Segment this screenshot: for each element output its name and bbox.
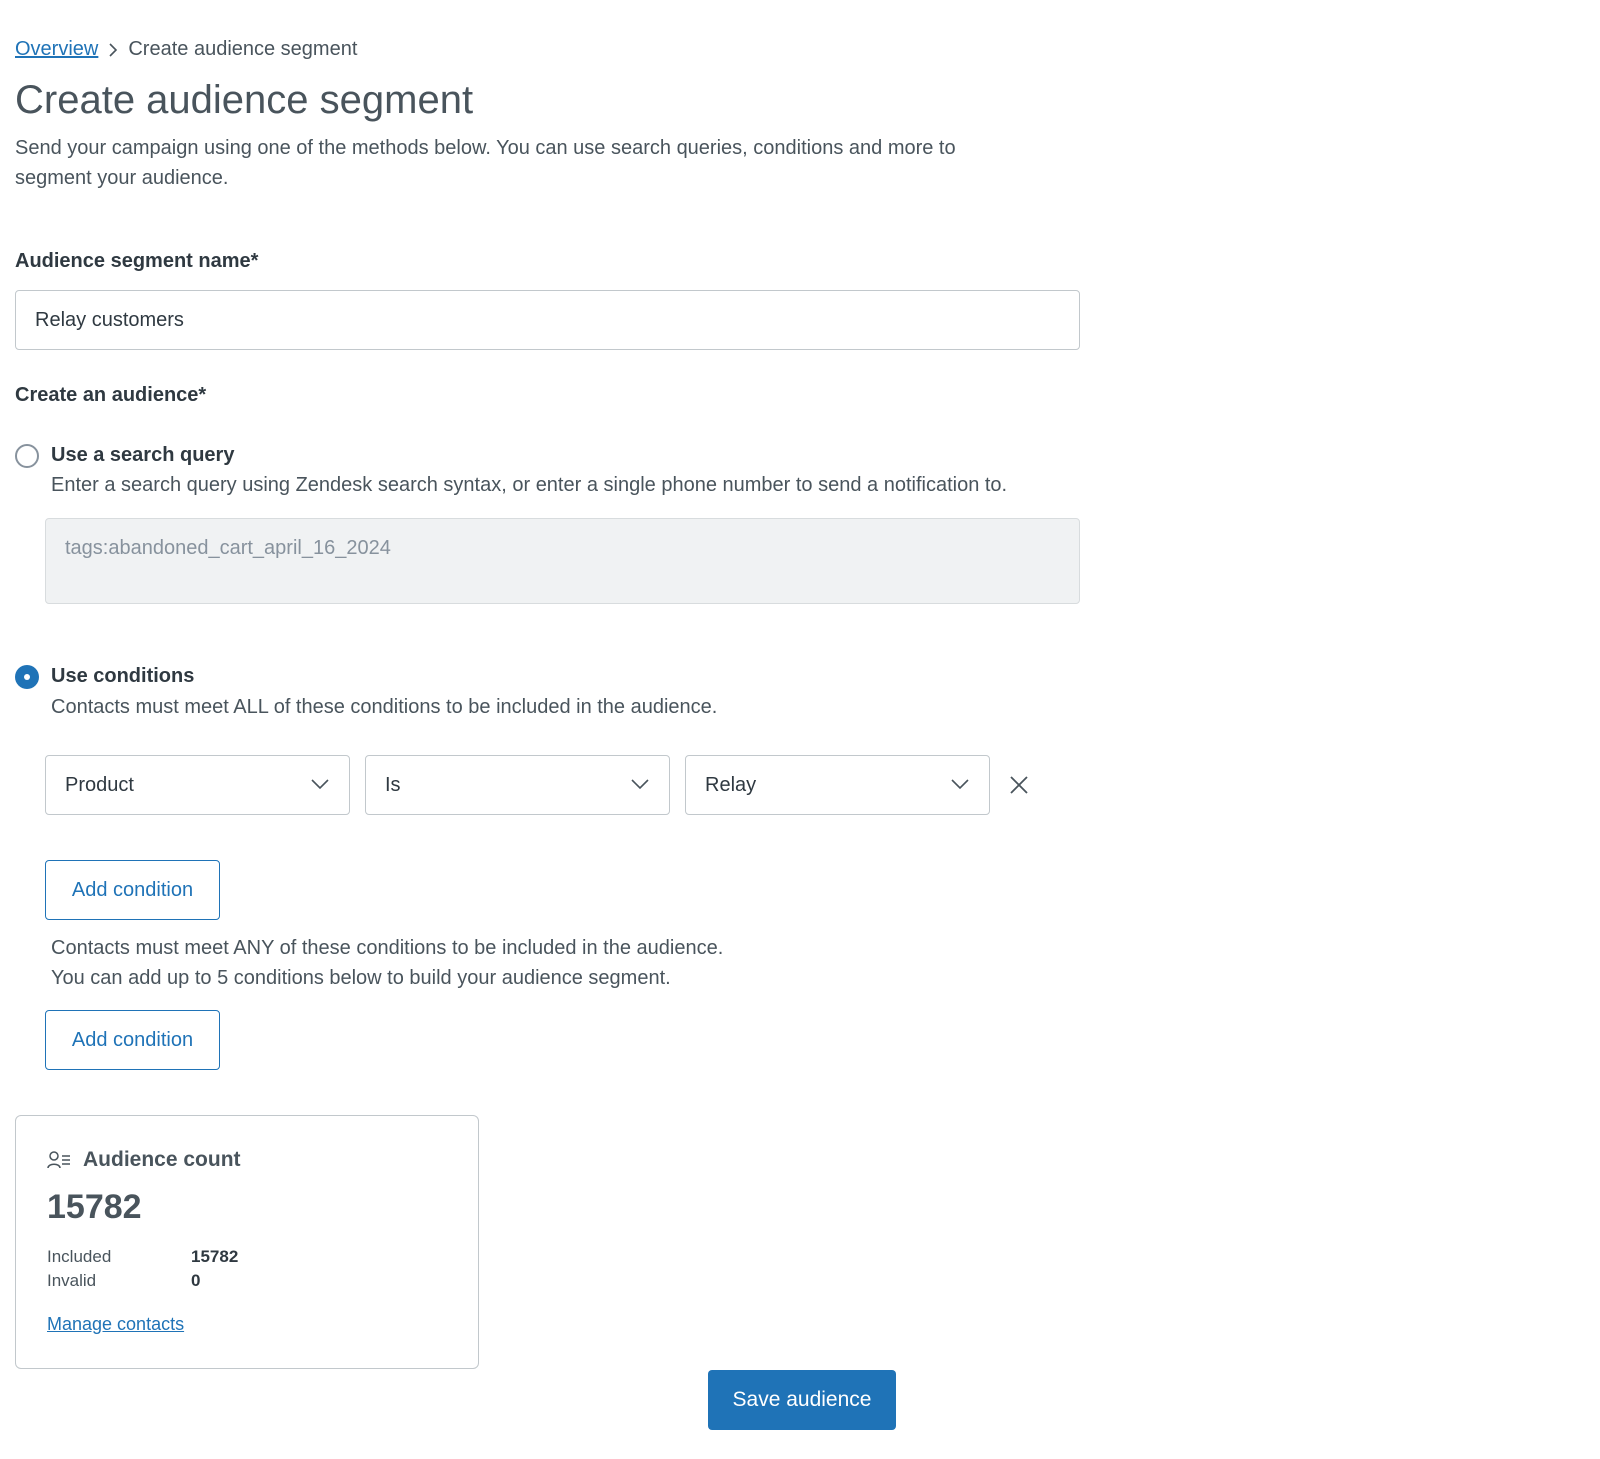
search-query-textarea[interactable]: tags:abandoned_cart_april_16_2024 — [45, 518, 1080, 604]
manage-contacts-link[interactable]: Manage contacts — [47, 1314, 184, 1335]
audience-count-card: Audience count 15782 Included 15782 Inva… — [15, 1115, 479, 1369]
chevron-down-icon — [951, 779, 969, 790]
invalid-label: Invalid — [47, 1271, 97, 1290]
included-value: 15782 — [191, 1247, 239, 1266]
add-condition-any-button[interactable]: Add condition — [45, 1010, 220, 1070]
contacts-list-icon — [47, 1151, 70, 1169]
invalid-value: 0 — [191, 1271, 201, 1290]
remove-condition-close-icon[interactable] — [1008, 774, 1030, 796]
segment-name-label: Audience segment name* — [15, 250, 259, 272]
condition-value-select[interactable]: Relay — [685, 755, 990, 815]
audience-count-header: Audience count — [47, 1148, 241, 1172]
search-query-radio[interactable] — [15, 444, 39, 468]
save-audience-button[interactable]: Save audience — [708, 1370, 896, 1430]
search-query-label[interactable]: Use a search query — [51, 444, 234, 467]
page-description: Send your campaign using one of the meth… — [15, 137, 956, 189]
breadcrumb-overview-link[interactable]: Overview — [15, 38, 98, 61]
chevron-right-icon — [108, 42, 118, 57]
conditions-limit-hint: You can add up to 5 conditions below to … — [51, 967, 671, 989]
condition-value-value: Relay — [705, 774, 757, 796]
audience-count-title: Audience count — [83, 1148, 241, 1171]
chevron-down-icon — [311, 779, 329, 790]
included-label: Included — [47, 1247, 112, 1266]
use-conditions-label[interactable]: Use conditions — [51, 665, 194, 688]
condition-field-value: Product — [65, 774, 134, 796]
breadcrumb: Overview Create audience segment — [15, 38, 357, 61]
create-audience-label: Create an audience* — [15, 384, 207, 406]
use-conditions-radio[interactable] — [15, 665, 39, 689]
page-title: Create audience segment — [15, 78, 474, 122]
chevron-down-icon — [631, 779, 649, 790]
conditions-all-hint: Contacts must meet ALL of these conditio… — [51, 696, 718, 718]
search-query-hint: Enter a search query using Zendesk searc… — [51, 474, 1008, 496]
condition-field-select[interactable]: Product — [45, 755, 350, 815]
condition-operator-value: Is — [385, 774, 401, 796]
conditions-any-hint: Contacts must meet ANY of these conditio… — [51, 937, 724, 959]
segment-name-input[interactable]: Relay customers — [15, 290, 1080, 350]
breadcrumb-current: Create audience segment — [128, 38, 358, 60]
condition-operator-select[interactable]: Is — [365, 755, 670, 815]
audience-count-total: 15782 — [47, 1188, 142, 1226]
add-condition-all-button[interactable]: Add condition — [45, 860, 220, 920]
